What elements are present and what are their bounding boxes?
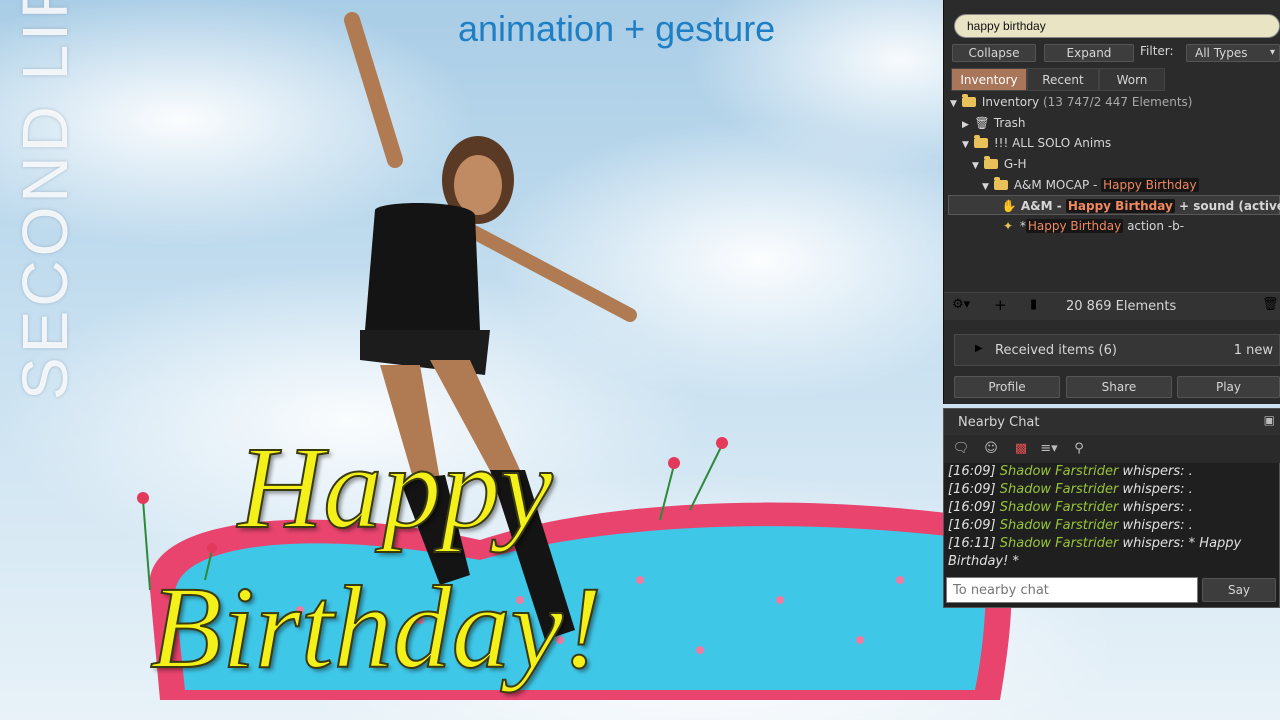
tree-label: G-H	[1003, 157, 1027, 171]
filter-value: All Types	[1195, 46, 1248, 60]
msg-sender[interactable]: Shadow Farstrider	[1000, 464, 1119, 479]
toggle-view-icon[interactable]: ▮	[1030, 297, 1037, 312]
tree-row-gh[interactable]: ▼ G-H	[972, 154, 1026, 174]
gesture-icon: ✋	[1001, 199, 1017, 213]
expanded-arrow-icon: ▼	[972, 161, 979, 171]
msg-time: [16:09]	[948, 482, 996, 497]
video-title: animation + gesture	[458, 8, 776, 49]
say-button[interactable]: Say	[1202, 578, 1276, 602]
filter-dropdown[interactable]: All Types ▾	[1186, 44, 1280, 62]
msg-text: whispers: * Happy	[1122, 536, 1242, 551]
chat-message: [16:09] Shadow Farstrider whispers: .	[948, 517, 1278, 535]
msg-sender[interactable]: Shadow Farstrider	[1000, 482, 1119, 497]
share-button[interactable]: Share	[1066, 376, 1172, 398]
tab-worn[interactable]: Worn	[1099, 68, 1165, 91]
msg-sender[interactable]: Shadow Farstrider	[1000, 536, 1119, 551]
folder-open-icon	[994, 177, 1008, 190]
msg-text: whispers: .	[1122, 500, 1193, 515]
search-highlight: Happy Birthday	[1101, 178, 1199, 192]
greeting-line-1: Happy	[237, 421, 554, 554]
chat-title: Nearby Chat	[958, 415, 1040, 430]
animation-icon: ✦	[1002, 219, 1014, 233]
conversations-icon[interactable]: 🗨	[950, 439, 972, 459]
greeting-line-2: Birthday!	[149, 561, 603, 694]
chat-message: [16:11] Shadow Farstrider whispers: * Ha…	[948, 535, 1278, 553]
folder-open-icon	[962, 94, 976, 107]
msg-time: [16:09]	[948, 518, 996, 533]
msg-time: [16:09]	[948, 464, 996, 479]
tree-label-suffix: + sound (active	[1174, 199, 1280, 213]
expand-button[interactable]: Expand	[1044, 44, 1134, 62]
gear-icon[interactable]: ⚙▾	[952, 297, 970, 312]
tree-label: *	[1019, 219, 1026, 233]
inventory-search-input[interactable]	[954, 14, 1280, 38]
search-highlight: Happy Birthday	[1025, 219, 1124, 233]
chat-toolbar: 🗨 ☺ ▩ ≡▾ ⚲	[944, 435, 1280, 463]
profile-button[interactable]: Profile	[954, 376, 1060, 398]
add-icon[interactable]: +	[994, 296, 1007, 314]
list-options-icon[interactable]: ≡▾	[1038, 439, 1060, 459]
elements-count: 20 869 Elements	[1066, 299, 1177, 314]
tree-row-inventory[interactable]: ▼ Inventory (13 747/2 447 Elements)	[950, 92, 1192, 112]
filter-label: Filter:	[1140, 44, 1174, 58]
people-icon[interactable]: ☺	[980, 439, 1002, 459]
tree-label-suffix: action -b-	[1123, 219, 1185, 233]
search-icon[interactable]: ⚲	[1068, 439, 1090, 459]
msg-time: [16:11]	[948, 536, 996, 551]
search-highlight: Happy Birthday	[1065, 199, 1175, 213]
folder-open-icon	[974, 135, 988, 148]
inventory-bottom-bar: ⚙▾ + ▮ 20 869 Elements 🗑	[944, 292, 1280, 320]
tree-row-trash[interactable]: ▶ 🗑 Trash	[962, 113, 1026, 133]
tree-label: !!! ALL SOLO Anims	[993, 136, 1112, 150]
tree-row-mocap[interactable]: ▼ A&M MOCAP - Happy Birthday	[982, 175, 1199, 195]
received-items-label: Received items (6)	[995, 343, 1117, 358]
nearby-chat-input[interactable]	[946, 577, 1198, 603]
msg-text: whispers: .	[1122, 482, 1193, 497]
msg-text: whispers: .	[1122, 518, 1193, 533]
expanded-arrow-icon: ▼	[982, 182, 989, 192]
chat-bubble-icon[interactable]: ▩	[1010, 439, 1032, 459]
collapsed-arrow-icon: ▶	[975, 343, 983, 354]
trash-icon[interactable]: 🗑	[1262, 297, 1279, 312]
chat-message: [16:09] Shadow Farstrider whispers: .	[948, 499, 1278, 517]
tree-count: (13 747/2 447 Elements)	[1042, 95, 1193, 109]
tree-label: Trash	[993, 116, 1026, 130]
expanded-arrow-icon: ▼	[962, 140, 969, 150]
second-life-watermark: SECOND LIFE	[9, 0, 81, 400]
received-new-count: 1 new	[1233, 343, 1273, 358]
chevron-down-icon: ▾	[1269, 47, 1275, 58]
trash-icon: 🗑	[974, 116, 990, 130]
tree-row-animation[interactable]: ✦ * Happy Birthday action -b-	[1000, 216, 1184, 236]
play-button[interactable]: Play	[1177, 376, 1280, 398]
tree-label: A&M MOCAP -	[1013, 178, 1102, 192]
collapsed-arrow-icon: ▶	[962, 120, 969, 130]
tree-label: Inventory	[981, 95, 1040, 109]
tab-inventory[interactable]: Inventory	[951, 68, 1027, 91]
msg-sender[interactable]: Shadow Farstrider	[1000, 518, 1119, 533]
received-items-bar[interactable]: ▶ Received items (6) 1 new	[954, 334, 1280, 366]
collapse-button[interactable]: Collapse	[952, 44, 1036, 62]
tree-label: A&M -	[1020, 199, 1066, 213]
tree-row-gesture-selected[interactable]: ✋ A&M - Happy Birthday + sound (active	[948, 195, 1280, 215]
chat-message-continuation: Birthday! *	[948, 554, 1019, 569]
inventory-tree: ▼ Inventory (13 747/2 447 Elements) ▶ 🗑 T…	[948, 92, 1280, 288]
chat-log: [16:09] Shadow Farstrider whispers: . [1…	[948, 463, 1278, 571]
chat-message: [16:09] Shadow Farstrider whispers: .	[948, 463, 1278, 481]
chat-header[interactable]: Nearby Chat ▣	[944, 409, 1280, 435]
expanded-arrow-icon: ▼	[950, 99, 957, 109]
tab-recent[interactable]: Recent	[1027, 68, 1099, 91]
msg-sender[interactable]: Shadow Farstrider	[1000, 500, 1119, 515]
chat-message: [16:09] Shadow Farstrider whispers: .	[948, 481, 1278, 499]
tree-row-solo-anims[interactable]: ▼ !!! ALL SOLO Anims	[962, 133, 1111, 153]
msg-time: [16:09]	[948, 500, 996, 515]
msg-text: whispers: .	[1122, 464, 1193, 479]
undock-icon[interactable]: ▣	[1264, 413, 1275, 427]
folder-open-icon	[984, 156, 998, 169]
